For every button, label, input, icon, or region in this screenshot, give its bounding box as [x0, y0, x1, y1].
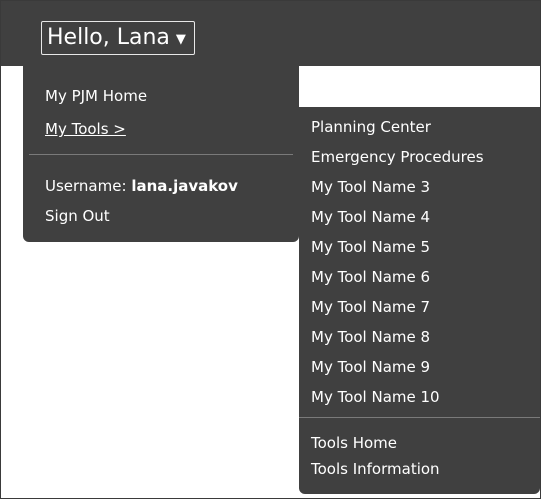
- tool-item-7[interactable]: My Tool Name 7: [311, 297, 430, 317]
- tools-divider: [299, 417, 540, 418]
- tool-item-3[interactable]: My Tool Name 3: [311, 177, 430, 197]
- tools-home-link[interactable]: Tools Home: [311, 433, 397, 453]
- tool-item-8[interactable]: My Tool Name 8: [311, 327, 430, 347]
- tool-item-10[interactable]: My Tool Name 10: [311, 387, 440, 407]
- menu-divider: [29, 154, 293, 155]
- my-pjm-home-link[interactable]: My PJM Home: [45, 86, 147, 106]
- tool-item-9[interactable]: My Tool Name 9: [311, 357, 430, 377]
- tool-item-5[interactable]: My Tool Name 5: [311, 237, 430, 257]
- username-row: Username: lana.javakov: [45, 176, 238, 196]
- username-label: Username:: [45, 177, 127, 195]
- username-value: lana.javakov: [131, 177, 238, 195]
- tool-item-4[interactable]: My Tool Name 4: [311, 207, 430, 227]
- sign-out-link[interactable]: Sign Out: [45, 206, 110, 226]
- my-tools-submenu: Planning Center Emergency Procedures My …: [299, 107, 540, 494]
- tool-item-emergency-procedures[interactable]: Emergency Procedures: [311, 147, 484, 167]
- tool-item-6[interactable]: My Tool Name 6: [311, 267, 430, 287]
- my-tools-link[interactable]: My Tools >: [45, 119, 126, 139]
- user-greeting-dropdown-button[interactable]: Hello, Lana ▼: [41, 21, 195, 55]
- top-bar: Hello, Lana ▼: [1, 1, 540, 66]
- tool-item-planning-center[interactable]: Planning Center: [311, 117, 431, 137]
- greeting-label: Hello, Lana: [47, 25, 170, 50]
- tools-information-link[interactable]: Tools Information: [311, 459, 440, 479]
- chevron-down-icon: ▼: [175, 32, 186, 47]
- user-dropdown-menu: My PJM Home My Tools > Username: lana.ja…: [23, 66, 299, 242]
